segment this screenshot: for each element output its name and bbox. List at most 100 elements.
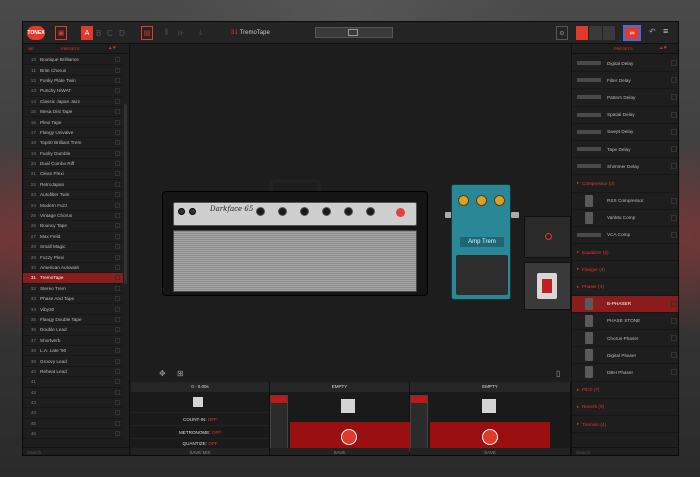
effect-row[interactable]: Pattern Delay: [572, 89, 678, 107]
favorite-checkbox[interactable]: [671, 146, 677, 153]
track-2-stop-button[interactable]: [482, 399, 496, 413]
favorite-checkbox[interactable]: [671, 317, 677, 324]
favorite-checkbox[interactable]: [671, 369, 677, 376]
column-presets[interactable]: PRESETS: [61, 46, 80, 51]
favorite-checkbox[interactable]: [115, 192, 120, 198]
preset-row[interactable]: 19 Funky Dumble: [23, 149, 123, 159]
amp-knob[interactable]: [366, 207, 375, 216]
favorite-checkbox[interactable]: [115, 150, 120, 156]
favorite-checkbox[interactable]: [115, 171, 120, 177]
mixer-icon[interactable]: ⫼: [165, 26, 168, 40]
preset-row[interactable]: 45: [23, 419, 123, 430]
preset-row[interactable]: 34 Viby30: [23, 304, 123, 315]
effect-row[interactable]: DBH Phaser: [572, 364, 678, 382]
effect-row[interactable]: Filter Delay: [572, 72, 678, 90]
amp-knob[interactable]: [322, 207, 331, 216]
pedal-knob[interactable]: [458, 195, 469, 206]
favorite-checkbox[interactable]: [115, 379, 120, 385]
preset-row[interactable]: 35 Flangy Double Tape: [23, 315, 123, 326]
header-icons[interactable]: ▴ ♥: [109, 45, 116, 51]
amp-model[interactable]: Darkface 65: [162, 179, 428, 296]
empty-effect-slot[interactable]: [524, 216, 571, 258]
view-single-button[interactable]: [576, 26, 590, 40]
delete-icon[interactable]: ▯: [556, 369, 566, 379]
favorite-checkbox[interactable]: [115, 285, 120, 291]
effect-row[interactable]: VCA Comp: [572, 227, 678, 245]
preset-row[interactable]: 11 Brite Chorus: [23, 65, 123, 76]
tremolo-pedal[interactable]: Amp Trem: [451, 184, 511, 300]
favorite-checkbox[interactable]: [115, 77, 120, 83]
slot-a-button[interactable]: A: [81, 26, 93, 40]
preset-row[interactable]: 23 Autofilter Twin: [23, 190, 123, 201]
favorite-checkbox[interactable]: [115, 420, 120, 426]
expand-icon[interactable]: ▸: [577, 266, 579, 272]
favorite-checkbox[interactable]: [115, 67, 120, 73]
preset-row[interactable]: 25 Vintage Chorus: [23, 211, 123, 222]
effect-row[interactable]: Digital Phaser: [572, 347, 678, 365]
preset-row[interactable]: 17 Flangy Univalve: [23, 128, 123, 139]
track-2-save-button[interactable]: SAVE: [410, 448, 570, 455]
effect-row[interactable]: Digital Delay: [572, 55, 678, 73]
favorite-checkbox[interactable]: [115, 88, 120, 94]
preset-page-button[interactable]: ▣: [55, 26, 67, 40]
favorite-checkbox[interactable]: [671, 128, 677, 135]
preset-row[interactable]: 10 Boutique Brilliance: [23, 55, 123, 66]
move-icon[interactable]: ✥: [159, 369, 169, 379]
preset-row[interactable]: 40 Reheat Lead: [23, 367, 123, 378]
preset-row[interactable]: 31 TremoTape: [23, 273, 123, 284]
preset-row[interactable]: 37 Shortverb: [23, 336, 123, 346]
track-1-save-button[interactable]: SAVE: [270, 448, 409, 455]
favorite-checkbox[interactable]: [115, 57, 120, 63]
preset-row[interactable]: 27 Max Field: [23, 232, 123, 243]
favorite-checkbox[interactable]: [115, 223, 120, 229]
track-1-level[interactable]: [270, 395, 288, 449]
preset-row[interactable]: 30 American Autowah: [23, 263, 123, 274]
effect-row[interactable]: Shimmer Delay: [572, 158, 678, 176]
favorite-checkbox[interactable]: [671, 231, 677, 238]
track-1-record-button[interactable]: [341, 429, 357, 445]
preset-row[interactable]: 13 Punchy HiWAT: [23, 86, 123, 97]
effect-category-row[interactable]: ▸ Pitch (7): [572, 382, 678, 399]
view-selector[interactable]: [576, 26, 616, 40]
preset-row[interactable]: 46: [23, 429, 123, 440]
preset-row[interactable]: 28 Small Magic: [23, 242, 123, 253]
favorite-checkbox[interactable]: [671, 335, 677, 342]
effect-category-row[interactable]: ▸ Tremolo (4): [572, 416, 678, 434]
pedal-footswitch[interactable]: [456, 255, 508, 295]
preset-row[interactable]: 33 Phase And Tape: [23, 294, 123, 305]
expand-icon[interactable]: ▸: [577, 404, 579, 410]
preset-row[interactable]: 12 Funky Plate Twin: [23, 76, 123, 87]
effect-row[interactable]: B-PHASER: [572, 295, 678, 313]
effect-category-row[interactable]: ▸ Phaser (4): [572, 278, 678, 296]
favorite-checkbox[interactable]: [115, 109, 120, 115]
favorite-checkbox[interactable]: [115, 254, 120, 260]
slot-b-button[interactable]: B: [96, 26, 101, 40]
effect-category-row[interactable]: ▸ Equalizer (5): [572, 244, 678, 262]
preset-list-scrollbar[interactable]: [124, 104, 127, 284]
pedal-knob[interactable]: [476, 195, 487, 206]
favorite-checkbox[interactable]: [671, 197, 677, 204]
preset-row[interactable]: 44: [23, 408, 123, 419]
preset-row[interactable]: 20 Dual Combo Riff: [23, 159, 123, 170]
preset-row[interactable]: 16 Plexi Tape: [23, 117, 123, 128]
favorite-checkbox[interactable]: [115, 233, 120, 239]
preset-row[interactable]: 15 Mesa Dist Tape: [23, 107, 123, 118]
favorite-checkbox[interactable]: [115, 358, 120, 364]
favorite-checkbox[interactable]: [115, 431, 120, 437]
amp-knob[interactable]: [300, 207, 309, 216]
pedal-knob[interactable]: [494, 195, 505, 206]
favorite-checkbox[interactable]: [115, 129, 120, 135]
preset-search-input[interactable]: Search: [23, 447, 130, 455]
preset-row[interactable]: 21 Clean Plexi: [23, 169, 123, 180]
favorite-checkbox[interactable]: [115, 296, 120, 302]
favorite-checkbox[interactable]: [115, 410, 120, 416]
preset-row[interactable]: 26 Bouncy Tape: [23, 221, 123, 232]
save-icon[interactable]: ▤: [141, 26, 153, 40]
save-mix-button[interactable]: SAVE MIX: [131, 448, 269, 455]
favorite-checkbox[interactable]: [115, 213, 120, 219]
effect-row[interactable]: Chorus-Phaser: [572, 330, 678, 348]
favorite-checkbox[interactable]: [115, 348, 120, 354]
track-1-stop-button[interactable]: [341, 399, 355, 413]
favorite-checkbox[interactable]: [115, 265, 120, 270]
expand-icon[interactable]: ▸: [577, 387, 579, 393]
